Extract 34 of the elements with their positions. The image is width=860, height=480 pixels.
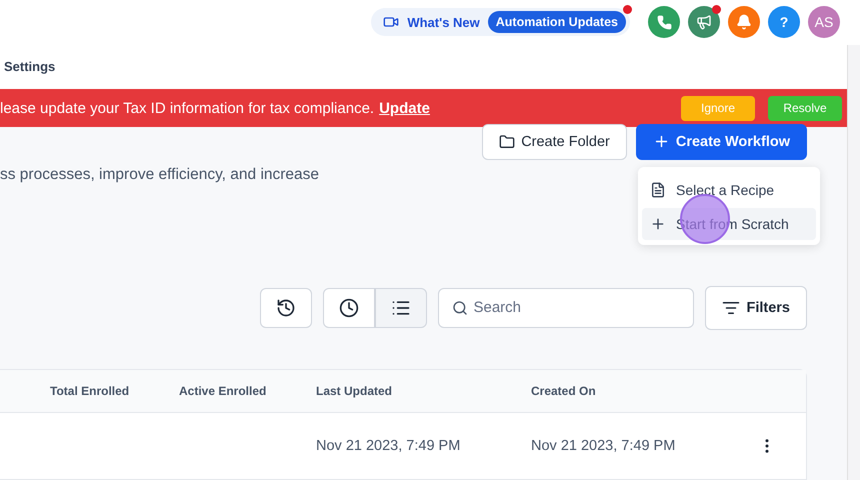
search-field[interactable]: Search [438,288,694,328]
phone-icon [656,14,672,30]
view-toggle[interactable] [375,288,428,328]
page-description: ss processes, improve efficiency, and increase [0,166,320,184]
column-header: Active Enrolled [179,384,268,398]
menu-item[interactable]: Select a Recipe [642,174,816,206]
column-header: Last Updated [316,384,394,398]
filters-button[interactable]: Filters [705,286,807,330]
settings-tab[interactable]: Settings [0,59,56,74]
table-cell-text: Nov 21 2023, 7:49 PM [531,438,676,454]
avatar[interactable]: AS [808,6,840,38]
announcements-button[interactable] [688,6,720,38]
whats-new-pill[interactable]: What's New Automation Updates [371,8,630,36]
column-header: Total Enrolled [50,384,130,398]
create-workflow-button[interactable]: Create Workflow [636,124,807,160]
whats-new-label: What's New [407,14,480,30]
create-folder-button[interactable]: Create Folder [482,124,627,160]
document-icon [650,182,666,198]
folder-icon [499,134,516,150]
banner-message: lease update your Tax ID information for tax compliance. Update [0,100,431,117]
phone-button[interactable] [648,6,680,38]
notifications-button[interactable] [728,6,760,38]
update-link[interactable]: Update [379,100,430,117]
history-icon [276,298,296,318]
column-header: Created On [531,384,597,398]
megaphone-icon [696,14,712,30]
clock-icon [339,298,360,318]
history-button[interactable] [260,288,312,328]
automation-updates-badge[interactable]: Automation Updates [488,11,626,34]
view-toggle[interactable] [323,288,376,328]
table-cell-text: Nov 21 2023, 7:49 PM [316,438,462,454]
bell-icon [736,14,752,30]
help-button[interactable]: ? [768,6,800,38]
search-icon [452,300,468,316]
